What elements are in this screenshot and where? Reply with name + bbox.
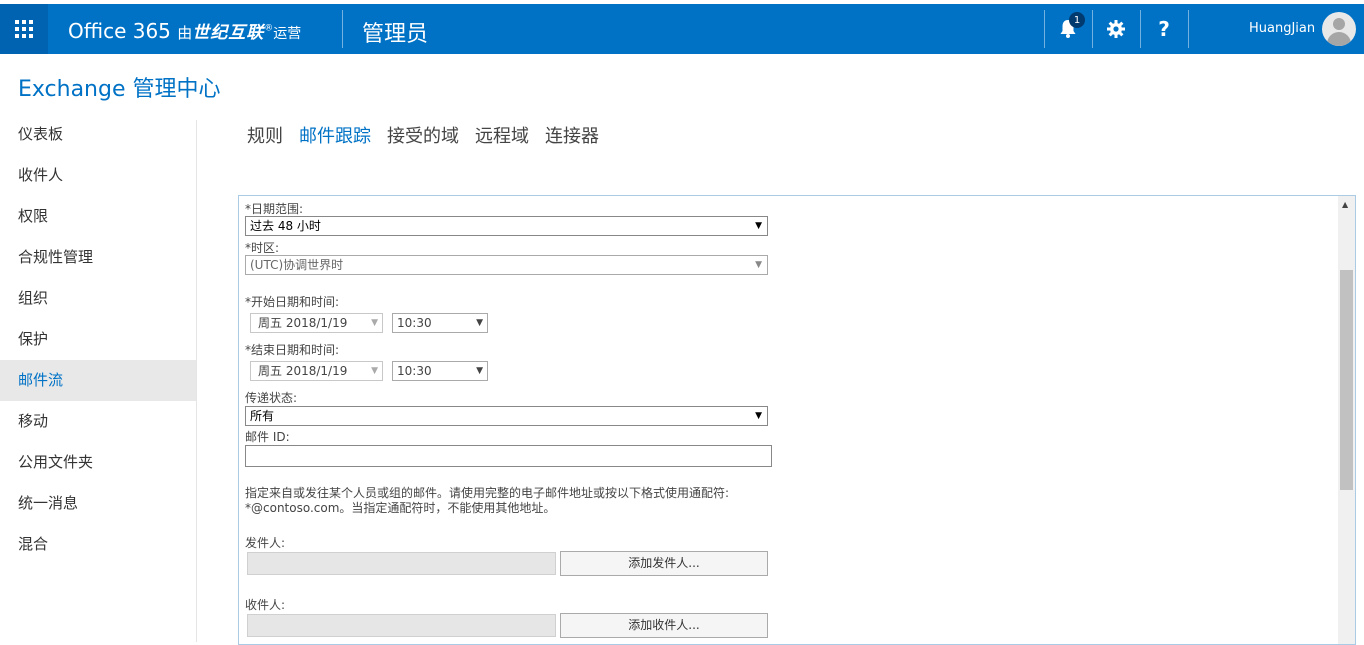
scroll-up-icon[interactable]: ▲ — [1342, 200, 1348, 209]
left-nav: 仪表板 收件人 权限 合规性管理 组织 保护 邮件流 移动 公用文件夹 统一消息… — [0, 114, 196, 565]
notifications-button[interactable]: 1 — [1044, 4, 1092, 54]
brand-logo[interactable]: Office 365 由世纪互联®运营 — [68, 18, 301, 43]
delivery-status-value: 所有 — [250, 409, 275, 423]
sender-label: 发件人: — [245, 536, 286, 550]
notification-count-badge: 1 — [1069, 12, 1085, 28]
app-launcher-button[interactable] — [0, 4, 48, 54]
message-id-label: 邮件 ID: — [245, 430, 290, 444]
dropdown-arrow-icon: ▼ — [755, 221, 762, 231]
tab-remote-domains[interactable]: 远程域 — [475, 122, 529, 148]
tab-connectors[interactable]: 连接器 — [545, 122, 599, 148]
topbar-divider — [1188, 10, 1189, 48]
help-button[interactable]: ? — [1140, 4, 1188, 54]
dropdown-arrow-icon: ▼ — [755, 411, 762, 421]
avatar-person-icon — [1333, 18, 1345, 30]
brand-suffix: 运营 — [273, 26, 302, 42]
dropdown-arrow-icon: ▼ — [476, 366, 483, 376]
vertical-scrollbar[interactable]: ▲ — [1338, 196, 1355, 644]
date-range-value: 过去 48 小时 — [250, 219, 321, 233]
brand-prefix: Office 365 — [68, 19, 171, 43]
brand-by: 由 — [177, 24, 193, 42]
dropdown-arrow-icon: ▼ — [371, 366, 378, 376]
date-range-select[interactable]: 过去 48 小时 ▼ — [245, 216, 768, 236]
nav-item-hybrid[interactable]: 混合 — [0, 524, 196, 565]
dropdown-arrow-icon: ▼ — [476, 318, 483, 328]
user-avatar[interactable] — [1322, 12, 1356, 46]
dropdown-arrow-icon: ▼ — [755, 260, 762, 270]
nav-item-compliance[interactable]: 合规性管理 — [0, 237, 196, 278]
scrollbar-thumb[interactable] — [1340, 270, 1353, 490]
message-trace-panel: *日期范围: 过去 48 小时 ▼ *时区: (UTC)协调世界时 ▼ *开始日… — [238, 195, 1356, 645]
nav-item-mobile[interactable]: 移动 — [0, 401, 196, 442]
add-recipient-button[interactable]: 添加收件人... — [560, 613, 768, 638]
brand-partner: 世纪互联 — [192, 23, 265, 43]
sender-field — [247, 552, 556, 575]
dropdown-arrow-icon: ▼ — [371, 318, 378, 328]
nav-item-permissions[interactable]: 权限 — [0, 196, 196, 237]
timezone-value: (UTC)协调世界时 — [250, 258, 344, 272]
brand-mark: ® — [264, 23, 274, 34]
page-title: Exchange 管理中心 — [18, 77, 221, 102]
start-date-picker[interactable]: 周五 2018/1/19 ▼ — [250, 313, 383, 333]
tab-accepted-domains[interactable]: 接受的域 — [387, 122, 459, 148]
nav-item-mail-flow[interactable]: 邮件流 — [0, 360, 196, 401]
end-time-value: 10:30 — [397, 364, 432, 378]
end-date-picker[interactable]: 周五 2018/1/19 ▼ — [250, 361, 383, 381]
end-time-select[interactable]: 10:30 ▼ — [392, 361, 488, 381]
top-bar: Office 365 由世纪互联®运营 管理员 1 ? HuangJian — [0, 4, 1364, 54]
start-time-value: 10:30 — [397, 316, 432, 330]
nav-item-protection[interactable]: 保护 — [0, 319, 196, 360]
recipient-label: 收件人: — [245, 598, 286, 612]
end-date-value: 周五 2018/1/19 — [258, 364, 348, 378]
section-title[interactable]: 管理员 — [362, 16, 428, 48]
avatar-person-body — [1327, 32, 1351, 46]
nav-item-organization[interactable]: 组织 — [0, 278, 196, 319]
end-datetime-label: *结束日期和时间: — [245, 343, 340, 357]
settings-button[interactable] — [1092, 4, 1140, 54]
gear-icon — [1107, 20, 1125, 38]
nav-item-unified-messaging[interactable]: 统一消息 — [0, 483, 196, 524]
username-label[interactable]: HuangJian — [1249, 21, 1315, 36]
recipient-field — [247, 614, 556, 637]
start-datetime-label: *开始日期和时间: — [245, 295, 340, 309]
timezone-label: *时区: — [245, 241, 280, 255]
start-time-select[interactable]: 10:30 ▼ — [392, 313, 488, 333]
message-id-input[interactable] — [245, 445, 772, 467]
tab-message-trace[interactable]: 邮件跟踪 — [299, 122, 371, 148]
nav-item-recipients[interactable]: 收件人 — [0, 155, 196, 196]
waffle-icon — [15, 20, 33, 38]
topbar-divider — [342, 10, 343, 48]
timezone-select[interactable]: (UTC)协调世界时 ▼ — [245, 255, 768, 275]
mail-flow-tabs: 规则 邮件跟踪 接受的域 远程域 连接器 — [247, 122, 599, 148]
nav-separator — [196, 120, 197, 642]
tab-rules[interactable]: 规则 — [247, 122, 283, 148]
help-icon: ? — [1158, 17, 1170, 41]
nav-item-public-folders[interactable]: 公用文件夹 — [0, 442, 196, 483]
delivery-status-label: 传递状态: — [245, 391, 298, 405]
add-sender-button[interactable]: 添加发件人... — [560, 551, 768, 576]
wildcard-note-line2: *@contoso.com。当指定通配符时，不能使用其他地址。 — [245, 501, 556, 515]
start-date-value: 周五 2018/1/19 — [258, 316, 348, 330]
nav-item-dashboard[interactable]: 仪表板 — [0, 114, 196, 155]
date-range-label: *日期范围: — [245, 202, 304, 216]
delivery-status-select[interactable]: 所有 ▼ — [245, 406, 768, 426]
